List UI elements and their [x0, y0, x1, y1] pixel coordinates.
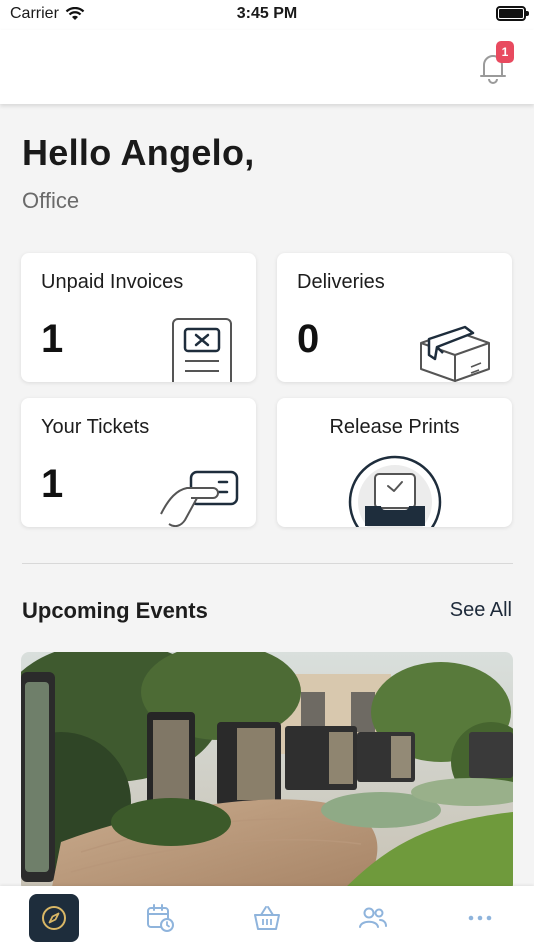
printer-tray-icon — [348, 455, 442, 527]
upcoming-events-title: Upcoming Events — [22, 598, 208, 623]
unpaid-invoices-title: Unpaid Invoices — [41, 271, 184, 293]
app-header: 1 — [0, 30, 534, 104]
ticket-hand-icon — [160, 470, 239, 527]
tab-shop[interactable] — [242, 894, 292, 942]
invoice-icon — [172, 318, 232, 382]
unpaid-invoices-card[interactable]: Unpaid Invoices 1 — [21, 253, 256, 382]
deliveries-card[interactable]: Deliveries 0 — [277, 253, 512, 382]
unpaid-invoices-count: 1 — [41, 317, 64, 361]
tab-explore[interactable] — [29, 894, 79, 942]
section-divider — [22, 563, 513, 564]
tickets-title: Your Tickets — [41, 416, 150, 438]
release-prints-title: Release Prints — [329, 416, 460, 438]
people-icon — [359, 907, 387, 928]
notifications-button[interactable]: 1 — [478, 41, 514, 84]
status-time: 3:45 PM — [236, 5, 298, 22]
see-all-link[interactable]: See All — [450, 599, 512, 622]
release-prints-card[interactable]: Release Prints — [277, 398, 512, 527]
notification-badge: 1 — [496, 41, 514, 63]
tickets-count: 1 — [41, 462, 64, 506]
tab-more[interactable] — [455, 894, 505, 942]
deliveries-count: 0 — [297, 317, 320, 361]
calendar-clock-icon — [147, 904, 174, 932]
basket-icon — [254, 906, 280, 930]
event-card[interactable] — [21, 652, 513, 892]
greeting-title: Hello Angelo, — [22, 132, 255, 173]
battery-icon — [496, 6, 529, 21]
event-image — [21, 652, 513, 892]
tickets-card[interactable]: Your Tickets 1 — [21, 398, 256, 527]
tab-calendar[interactable] — [135, 894, 185, 942]
package-icon — [420, 325, 490, 382]
tab-community[interactable] — [348, 894, 398, 942]
more-icon — [468, 915, 492, 921]
status-bar: Carrier 3:45 PM — [0, 0, 534, 30]
tab-bar — [0, 886, 534, 950]
compass-icon — [42, 906, 66, 930]
deliveries-title: Deliveries — [297, 271, 385, 293]
greeting-subtitle: Office — [22, 188, 80, 213]
